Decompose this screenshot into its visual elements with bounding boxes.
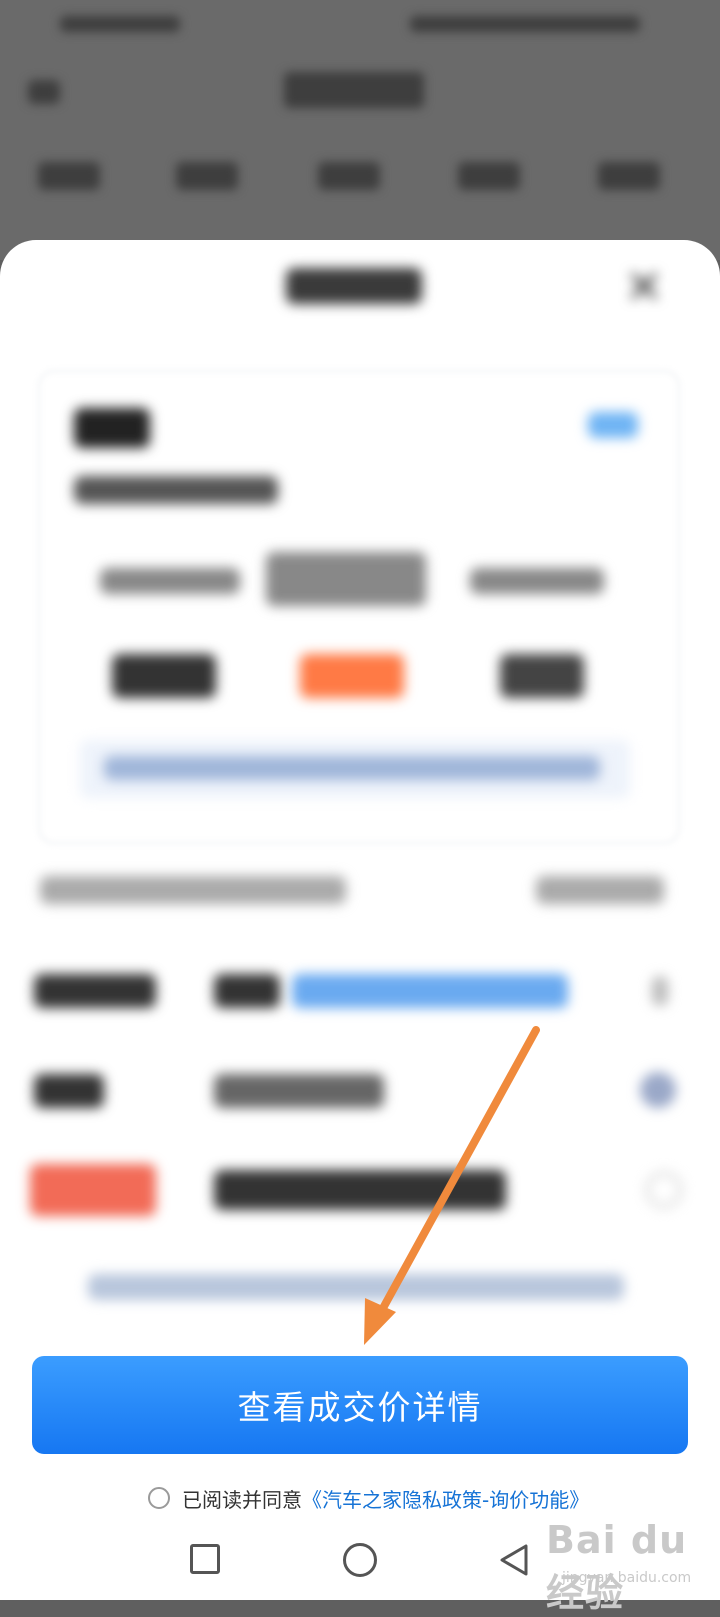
blurred-spec-2 (266, 552, 426, 606)
blurred-city-label (34, 974, 156, 1008)
blurred-tab-3 (318, 162, 380, 190)
blurred-discount-tag (30, 1164, 156, 1216)
blurred-page-title (284, 72, 424, 108)
blurred-info-icon[interactable] (640, 1072, 676, 1108)
blurred-spec-1 (100, 568, 240, 594)
watermark-brand: Bai du 经验 (546, 1518, 688, 1615)
blurred-tab-5 (598, 162, 660, 190)
blurred-info-strip-text (104, 756, 600, 780)
blurred-city-hint[interactable] (292, 974, 568, 1008)
blurred-car-name (74, 408, 150, 448)
blurred-price-deal (300, 654, 404, 698)
blurred-tab-2 (176, 162, 238, 190)
close-icon[interactable] (624, 266, 664, 306)
background-app-page (0, 0, 720, 260)
blurred-city-value[interactable] (214, 974, 280, 1008)
agreement-row[interactable]: 已阅读并同意 《汽车之家隐私政策-询价功能》 (148, 1480, 589, 1516)
blurred-phone-value[interactable] (214, 1074, 384, 1108)
blurred-notice-text (40, 876, 346, 904)
agreement-radio[interactable] (148, 1487, 170, 1509)
blurred-price-hidden (500, 654, 584, 698)
blurred-tab-1 (38, 162, 100, 190)
square-icon[interactable] (190, 1544, 220, 1574)
blurred-price-guide (112, 654, 216, 698)
agreement-prefix: 已阅读并同意 (182, 1487, 302, 1512)
blurred-status-bar (60, 16, 180, 32)
baidu-jingyan-watermark: Bai du 经验 jingyan.baidu.com (538, 1512, 716, 1615)
view-deal-price-button[interactable]: 查看成交价详情 (32, 1356, 688, 1454)
blurred-discount-text (214, 1170, 506, 1210)
privacy-policy-link[interactable]: 《汽车之家隐私政策-询价功能》 (302, 1484, 589, 1513)
blurred-discount-radio[interactable] (646, 1172, 682, 1208)
triangle-back-icon[interactable] (496, 1542, 532, 1578)
blurred-spec-3 (470, 568, 604, 594)
blurred-tab-4 (458, 162, 520, 190)
blurred-chevron-right-icon[interactable] (652, 976, 668, 1006)
blurred-status-icons (410, 16, 640, 32)
circle-icon[interactable] (343, 1543, 377, 1577)
blurred-car-model (74, 476, 278, 504)
blurred-notice-link[interactable] (536, 876, 664, 904)
blurred-sheet-title (286, 268, 422, 304)
blurred-footnote (88, 1274, 624, 1300)
blurred-phone-label (34, 1074, 104, 1108)
blurred-switch-link[interactable] (588, 412, 638, 438)
blurred-back-arrow (28, 80, 60, 104)
watermark-url: jingyan.baidu.com (562, 1570, 692, 1586)
